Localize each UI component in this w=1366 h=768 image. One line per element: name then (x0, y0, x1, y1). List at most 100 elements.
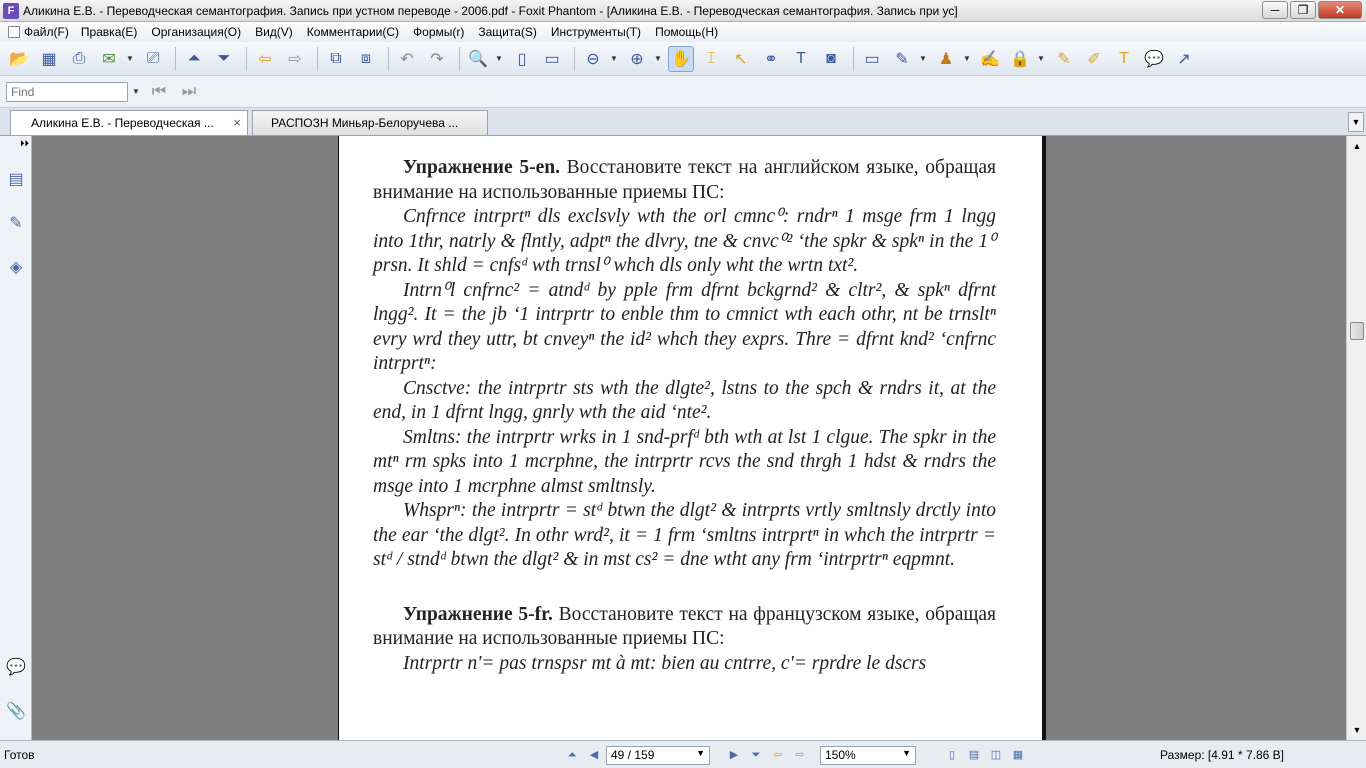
expand-panel-icon[interactable]: ⏵⏵ (20, 138, 29, 149)
menu-file[interactable]: Файл(F) (8, 25, 69, 39)
scroll-down-icon[interactable]: ▼ (1349, 722, 1365, 738)
last-page-icon[interactable]: ⏷ (748, 747, 764, 763)
display-icon[interactable]: ▭ (859, 46, 885, 72)
pdf-page: Упражнение 5-en. Восстановите текст на а… (338, 136, 1046, 740)
pages-icon[interactable]: ▤ (6, 168, 26, 190)
close-tab-icon[interactable]: × (233, 111, 241, 135)
fit-page-icon[interactable]: ▯ (509, 46, 535, 72)
menu-forms[interactable]: Формы(r) (413, 25, 464, 39)
lock-icon[interactable]: 🔒 (1007, 46, 1033, 72)
typewriter-icon[interactable]: T (788, 46, 814, 72)
next-page-icon[interactable]: ⏷ (211, 46, 237, 72)
scroll-up-icon[interactable]: ▲ (1349, 138, 1365, 154)
page-number-field[interactable]: 49 / 159 ▼ (606, 746, 710, 765)
menu-comments[interactable]: Комментарии(C) (307, 25, 399, 39)
select-arrow-icon[interactable]: ↖ (728, 46, 754, 72)
text-box-icon[interactable]: T (1111, 46, 1137, 72)
chevron-down-icon[interactable]: ▼ (610, 54, 618, 63)
forward-arrow-icon[interactable]: ⇨ (792, 747, 808, 763)
close-button[interactable]: ✕ (1318, 1, 1362, 19)
menu-protect[interactable]: Защита(S) (478, 25, 537, 39)
menu-organize[interactable]: Организация(O) (151, 25, 241, 39)
paragraph-5: Whsprⁿ: the intrprtr = stᵈ btwn the dlgt… (373, 500, 996, 570)
edit-document-icon[interactable]: ✎ (889, 46, 915, 72)
open-folder-icon[interactable]: 📂 (6, 46, 32, 72)
paragraph-4: Smltns: the intrprtr wrks in 1 snd-prfᵈ … (373, 426, 996, 497)
chevron-down-icon[interactable]: ▼ (654, 54, 662, 63)
minimize-button[interactable]: ─ (1262, 1, 1288, 19)
scroll-thumb[interactable] (1350, 322, 1364, 340)
menu-edit[interactable]: Правка(E) (81, 25, 138, 39)
first-page-icon[interactable]: ⏶ (564, 747, 580, 763)
document-tab-bar: Аликина Е.В. - Переводческая ... × РАСПО… (0, 108, 1366, 136)
chevron-down-icon[interactable]: ▼ (1037, 54, 1045, 63)
foxit-app-icon[interactable]: F (3, 2, 19, 19)
insert-page-icon[interactable]: ⧉ (323, 46, 349, 72)
previous-page-icon[interactable]: ⏶ (181, 46, 207, 72)
chevron-down-icon[interactable]: ▼ (696, 748, 705, 758)
scan-icon[interactable]: ⎚ (140, 46, 166, 72)
status-bar: Готов ⏶ ◀ 49 / 159 ▼ ▶ ⏷ ⇦ ⇨ 150% ▼ ▯ ▤ ◫ … (0, 740, 1366, 768)
paragraph-1: Cnfrnce intrprtⁿ dls exclsvly wth the or… (373, 206, 996, 276)
paragraph-3: Cnsctve: the intrprtr sts wth the dlgte²… (373, 377, 996, 424)
hand-tool-icon[interactable]: ✋ (668, 45, 694, 72)
comments-icon[interactable]: 💬 (6, 656, 26, 678)
extract-page-icon[interactable]: ⧈ (353, 46, 379, 72)
zoom-in-icon[interactable]: ⊕ (624, 46, 650, 72)
next-page-icon[interactable]: ▶ (726, 747, 742, 763)
bookmarks-icon[interactable]: ✎ (6, 212, 26, 234)
back-arrow-icon[interactable]: ⇦ (252, 46, 278, 72)
zoom-level-field[interactable]: 150% ▼ (820, 746, 916, 765)
print-icon[interactable]: ⎙ (66, 46, 92, 72)
exercise-1-intro: Упражнение 5-en. Восстановите текст на а… (373, 156, 996, 205)
find-input[interactable] (6, 81, 128, 102)
text-select-icon[interactable]: ⌶ (698, 46, 724, 72)
highlight-icon[interactable]: ✐ (1081, 46, 1107, 72)
fit-width-icon[interactable]: ▭ (539, 46, 565, 72)
find-previous-icon[interactable]: ⏮ (146, 79, 172, 105)
maximize-button[interactable]: ❐ (1290, 1, 1316, 19)
layers-icon[interactable]: ◈ (6, 256, 26, 278)
continuous-page-icon[interactable]: ▤ (966, 747, 982, 763)
email-icon[interactable]: ✉ (96, 46, 122, 72)
menu-tools[interactable]: Инструменты(T) (551, 25, 641, 39)
menu-help[interactable]: Помощь(H) (655, 25, 718, 39)
zoom-icon[interactable]: 🔍 (465, 46, 491, 72)
chevron-down-icon[interactable]: ▼ (963, 54, 971, 63)
chevron-down-icon[interactable]: ▼ (495, 54, 503, 63)
tab-document-1[interactable]: Аликина Е.В. - Переводческая ... × (10, 110, 248, 135)
navigation-panel: ⏵⏵ ▤ ✎ ◈ 💬 📎 (0, 136, 32, 740)
tab-list-dropdown[interactable]: ▼ (1348, 112, 1364, 132)
save-icon[interactable]: ▦ (36, 46, 62, 72)
window-controls: ─ ❐ ✕ (1262, 1, 1362, 19)
menu-view[interactable]: Вид(V) (255, 25, 293, 39)
undo-icon[interactable]: ↶ (394, 46, 420, 72)
search-binoculars-icon[interactable]: ⚭ (758, 46, 784, 72)
chevron-down-icon[interactable]: ▼ (126, 54, 134, 63)
redo-icon[interactable]: ↷ (424, 46, 450, 72)
previous-page-icon[interactable]: ◀ (586, 747, 602, 763)
stamp-icon[interactable]: ♟ (933, 46, 959, 72)
chevron-down-icon[interactable]: ▼ (132, 87, 140, 96)
attachments-icon[interactable]: 📎 (6, 700, 26, 722)
chevron-down-icon[interactable]: ▼ (902, 748, 911, 758)
continuous-facing-icon[interactable]: ▦ (1010, 747, 1026, 763)
back-arrow-icon[interactable]: ⇦ (770, 747, 786, 763)
find-next-icon[interactable]: ⏭ (176, 79, 202, 105)
forward-arrow-icon[interactable]: ⇨ (282, 46, 308, 72)
arrow-tool-icon[interactable]: ↗ (1171, 46, 1197, 72)
sign-icon[interactable]: ✍ (977, 46, 1003, 72)
tab-document-2[interactable]: РАСПОЗН Миньяр-Белоручева ... (252, 110, 488, 135)
document-viewer[interactable]: Упражнение 5-en. Восстановите текст на а… (32, 136, 1346, 740)
vertical-scrollbar[interactable]: ▲ ▼ (1346, 136, 1366, 740)
zoom-out-icon[interactable]: ⊖ (580, 46, 606, 72)
facing-pages-icon[interactable]: ◫ (988, 747, 1004, 763)
single-page-icon[interactable]: ▯ (944, 747, 960, 763)
status-text: Готов (4, 748, 35, 762)
window-title: Аликина Е.В. - Переводческая семантограф… (23, 3, 958, 18)
note-edit-icon[interactable]: ✎ (1051, 46, 1077, 72)
snapshot-icon[interactable]: ◙ (818, 46, 844, 72)
chevron-down-icon[interactable]: ▼ (919, 54, 927, 63)
comment-icon[interactable]: 💬 (1141, 46, 1167, 72)
document-icon (8, 26, 20, 38)
